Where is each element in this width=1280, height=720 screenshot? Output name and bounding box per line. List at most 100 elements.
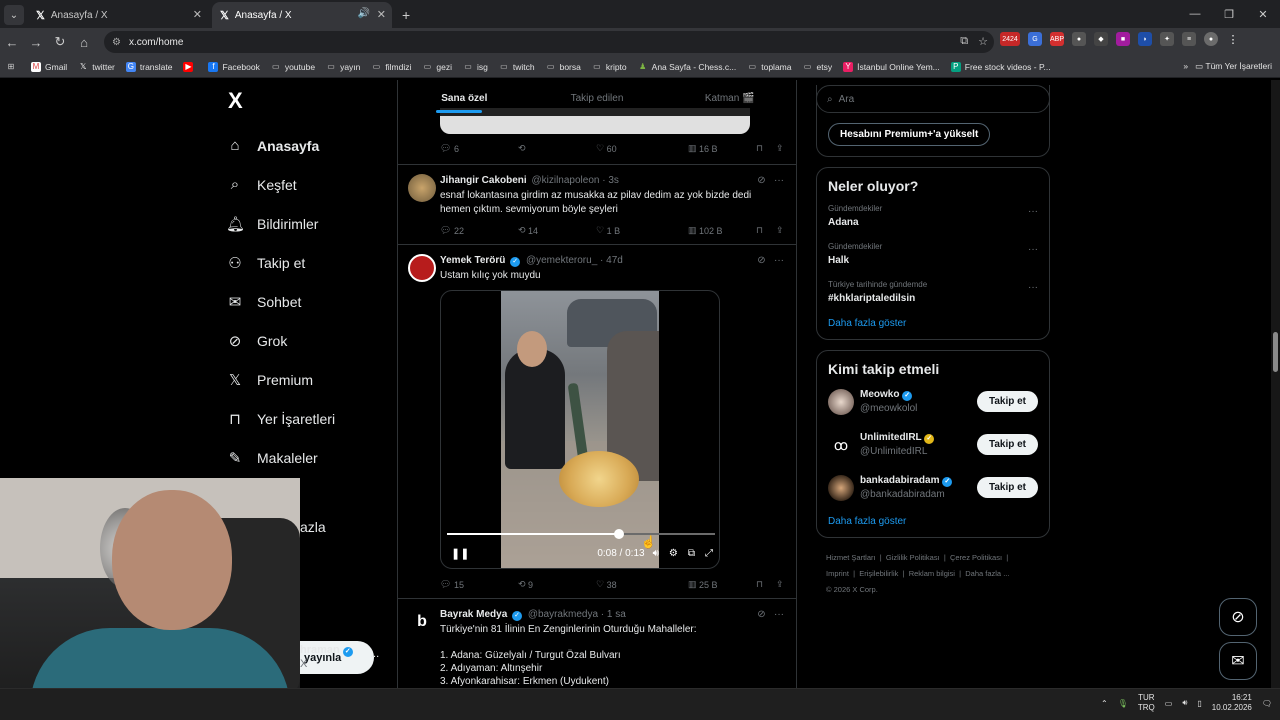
upgrade-premium-button[interactable]: Hesabını Premium+'a yükselt	[828, 123, 991, 146]
bookmark-translate[interactable]: Gtranslate	[125, 61, 172, 72]
speaker-icon[interactable]: 🔊	[358, 8, 370, 19]
puzzle-icon[interactable]: ✦	[1160, 32, 1174, 46]
views-button[interactable]: ▥ 25 B	[688, 579, 756, 590]
new-tab-button[interactable]: +	[402, 7, 410, 23]
chevron-up-icon[interactable]: ⌃	[1101, 699, 1108, 708]
browser-tab[interactable]: 𝕏 Anasayfa / X ✕	[28, 2, 208, 28]
profile-icon[interactable]: ●	[1204, 32, 1218, 46]
avatar[interactable]	[828, 389, 854, 415]
footer-link[interactable]: Hizmet Şartları	[826, 553, 876, 562]
extension-badge-icon[interactable]: 2424	[1000, 32, 1020, 46]
share-icon[interactable]: ⇪	[776, 579, 784, 590]
follow-name[interactable]: bankadabiradam	[860, 475, 939, 486]
show-more-link[interactable]: Daha fazla göster	[828, 318, 1038, 329]
speaker-icon[interactable]: 🔊︎	[653, 548, 659, 559]
mic-icon[interactable]: 🎙︎	[1118, 699, 1128, 708]
sidebar-item-notifications[interactable]: 🔔︎ Bildirimler	[226, 204, 396, 243]
avatar[interactable]: b	[408, 608, 436, 636]
browser-tab-active[interactable]: 𝕏 Anasayfa / X 🔊 ✕	[212, 2, 392, 28]
follow-button[interactable]: Takip et	[976, 477, 1038, 498]
bookmark-icon[interactable]: ⊓	[756, 579, 776, 590]
repost-button[interactable]: ⟲ 9	[518, 579, 596, 590]
install-icon[interactable]: ⧉	[960, 35, 968, 48]
show-more-link[interactable]: Daha fazla göster	[828, 516, 1038, 527]
share-icon[interactable]: ⇪	[776, 143, 784, 154]
more-icon[interactable]: ···	[1028, 282, 1038, 293]
clock[interactable]: 16:21 10.02.2026	[1212, 693, 1252, 713]
extension-icon[interactable]: ◗	[1138, 32, 1152, 46]
avatar[interactable]	[408, 174, 436, 202]
bookmark-icon[interactable]: ⊓	[756, 143, 776, 154]
sidebar-more-partial[interactable]: azla	[300, 519, 326, 535]
follow-button[interactable]: Takip et	[976, 391, 1038, 412]
tab-search-button[interactable]: ⌄	[4, 5, 24, 25]
footer-link[interactable]: Reklam bilgisi	[909, 569, 955, 578]
tab-layer[interactable]: Katman 🎬	[663, 80, 796, 116]
network-icon[interactable]: ▭	[1165, 699, 1173, 708]
bookmark-folder-kripto[interactable]: ▭ kripto	[592, 62, 627, 72]
home-icon[interactable]: ⌂	[72, 35, 96, 50]
x-logo[interactable]: X	[228, 88, 396, 114]
follow-button[interactable]: Takip et	[976, 434, 1038, 455]
bookmark-chess[interactable]: ♟ Ana Sayfa - Chess.c...	[638, 62, 736, 72]
minimize-icon[interactable]: —	[1178, 8, 1212, 20]
footer-link[interactable]: Daha fazla ...	[965, 569, 1009, 578]
sidebar-item-home[interactable]: ⌂ Anasayfa	[226, 126, 396, 165]
profile-name[interactable]: hraman ✓	[300, 644, 356, 657]
extension-icon[interactable]: ●	[1072, 32, 1086, 46]
trend-item[interactable]: Gündemdekiler Adana ···	[828, 204, 1038, 228]
sidebar-item-premium[interactable]: 𝕏 Premium	[226, 360, 396, 399]
like-button[interactable]: ♡ 38	[596, 579, 688, 590]
reply-button[interactable]: 💬︎ 6	[440, 143, 518, 154]
all-bookmarks-folder[interactable]: » ▭ Tüm Yer İşaretleri	[1183, 61, 1272, 72]
author-handle[interactable]: @bayrakmedya	[528, 609, 598, 620]
back-icon[interactable]: ←	[0, 35, 24, 50]
avatar[interactable]	[828, 475, 854, 501]
author-name[interactable]: Bayrak Medya	[440, 609, 507, 620]
views-button[interactable]: ▥ 102 B	[688, 225, 756, 236]
translate-extension-icon[interactable]: G	[1028, 32, 1042, 46]
sidebar-item-articles[interactable]: ✎ Makaleler	[226, 438, 396, 477]
bookmark-folder-twitch[interactable]: ▭ twitch	[499, 62, 535, 72]
bookmark-twitter[interactable]: 𝕏twitter	[78, 62, 115, 72]
like-button[interactable]: ♡ 60	[596, 143, 688, 154]
bookmark-facebook[interactable]: f Facebook	[208, 61, 260, 72]
more-icon[interactable]: ···	[1028, 206, 1038, 217]
author-name[interactable]: Yemek Terörü	[440, 255, 505, 266]
tab-for-you[interactable]: Sana özel	[398, 80, 531, 116]
trend-item[interactable]: Türkiye tarihinde gündemde #khklariptale…	[828, 280, 1038, 304]
video-progress-knob[interactable]	[613, 529, 624, 539]
like-button[interactable]: ♡ 1 B	[596, 225, 688, 236]
sidebar-item-grok[interactable]: ⊘ Grok	[226, 321, 396, 360]
author-handle[interactable]: @yemekteroru_	[526, 255, 597, 266]
scrollbar-thumb[interactable]	[1273, 332, 1278, 372]
author-name[interactable]: Jihangir Cakobeni	[440, 175, 527, 186]
extension-icon[interactable]: ■	[1116, 32, 1130, 46]
adblock-icon[interactable]: ABP	[1050, 32, 1064, 46]
sidebar-item-chat[interactable]: ✉ Sohbet	[226, 282, 396, 321]
bookmark-gmail[interactable]: M Gmail	[31, 61, 67, 72]
bookmark-folder-borsa[interactable]: ▭ borsa	[546, 62, 581, 72]
close-icon[interactable]: ✕	[377, 8, 386, 21]
sidebar-item-follow[interactable]: ⚇ Takip et	[226, 243, 396, 282]
forward-icon[interactable]: →	[24, 35, 48, 50]
tab-following[interactable]: Takip edilen	[531, 80, 664, 116]
footer-link[interactable]: Çerez Politikası	[950, 553, 1002, 562]
video-player[interactable]: ☝ ❚❚ 0:08 / 0:13 🔊︎ ⚙ ⧉ ⤢	[440, 290, 720, 569]
more-icon[interactable]: ⊘ ···	[757, 175, 784, 186]
follow-suggestion[interactable]: ꝏ UnlimitedIRL ✓ @UnlimitedIRL Takip et	[828, 430, 1038, 473]
author-handle[interactable]: @kizilnapoleon	[531, 175, 599, 186]
trend-item[interactable]: Gündemdekiler Halk ···	[828, 242, 1038, 266]
bookmark-folder-gezi[interactable]: ▭ gezi	[422, 62, 452, 72]
site-info-icon[interactable]: ⚙	[112, 37, 121, 48]
footer-link[interactable]: Erişilebilirlik	[859, 569, 898, 578]
language-indicator[interactable]: TUR TRQ	[1138, 693, 1155, 713]
close-window-icon[interactable]: ✕	[1246, 8, 1280, 21]
bookmark-folder-toplama[interactable]: ▭ toplama	[747, 62, 791, 72]
close-icon[interactable]: ✕	[193, 8, 202, 21]
tweet[interactable]: Yemek Terörü ✓ @yemekteroru_ · 47d ⊘ ···…	[398, 244, 796, 598]
tweet[interactable]: b Bayrak Medya ✓ @bayrakmedya · 1 sa ⊘ ·…	[398, 598, 796, 688]
battery-icon[interactable]: ▯	[1197, 699, 1201, 708]
repost-button[interactable]: ⟲	[518, 143, 596, 154]
reload-icon[interactable]: ↻	[48, 34, 72, 50]
